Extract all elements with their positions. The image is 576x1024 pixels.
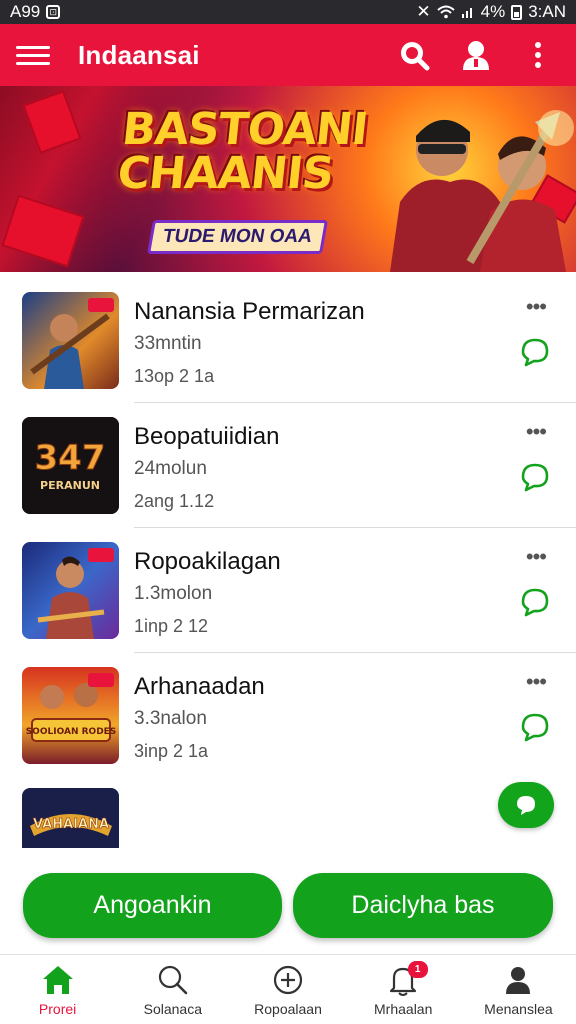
notification-badge: 1 <box>407 961 428 978</box>
more-horiz-icon[interactable]: ••• <box>526 671 547 693</box>
secondary-action-button[interactable]: Daiclyha bas <box>293 873 553 938</box>
banner-heroes-illustration <box>390 110 574 272</box>
nav-profile[interactable]: Menanslea <box>461 955 576 1024</box>
chat-bubble-icon[interactable] <box>518 584 552 618</box>
person-icon <box>506 967 531 994</box>
home-icon <box>42 966 73 994</box>
nav-add[interactable]: Ropoalaan <box>230 955 345 1024</box>
notification-box-icon: ⊡ <box>46 5 61 19</box>
banner-title-line2: CHAANIS <box>115 148 336 199</box>
search-icon <box>401 42 430 71</box>
search-button[interactable] <box>392 33 436 77</box>
search-icon <box>158 965 188 995</box>
game-thumbnail-partial[interactable]: VAHAIANA <box>22 788 119 848</box>
status-bar: A99 ⊡ ✕ 4% 3:AN <box>0 0 576 24</box>
game-title: Nanansia Permarizan <box>134 298 365 325</box>
status-left-text: A99 <box>10 2 41 21</box>
game-meta: 2ang 1.12 <box>134 491 215 511</box>
app-title: Indaansai <box>78 39 200 70</box>
more-horiz-icon[interactable]: ••• <box>526 421 547 443</box>
more-vert-icon <box>535 42 541 68</box>
battery-icon <box>511 4 523 20</box>
add-circle-icon <box>273 965 303 995</box>
account-button[interactable] <box>454 33 498 77</box>
nav-notifications[interactable]: 1 Mrhaalan <box>346 955 461 1024</box>
list-item[interactable]: Nanansia Permarizan 33mntin 13op 2 1a ••… <box>0 278 576 403</box>
promo-banner[interactable]: BASTOANI CHAANIS TUDE MON OAA <box>0 86 576 272</box>
game-meta: 3inp 2 1a <box>134 741 209 761</box>
nav-search[interactable]: Solanaca <box>115 955 230 1024</box>
game-players: 3.3nalon <box>134 708 207 729</box>
nav-notifications-label: Mrhaalan <box>374 1001 433 1017</box>
thumbnail-number: 347 <box>35 438 106 478</box>
game-title: Arhanaadan <box>134 673 265 700</box>
list-item[interactable]: 347 PERANUN Beopatuiidian 24molun 2ang 1… <box>0 403 576 528</box>
banner-flag-decoration <box>22 90 82 154</box>
game-players: 33mntin <box>134 333 202 354</box>
game-thumbnail <box>22 542 119 639</box>
game-thumbnail: SOOLIOAN RODES <box>22 667 119 764</box>
more-horiz-icon[interactable]: ••• <box>526 296 547 318</box>
nav-profile-label: Menanslea <box>484 1001 553 1017</box>
game-players: 1.3molon <box>134 583 213 604</box>
banner-flag-decoration <box>1 194 85 268</box>
no-sound-icon: ✕ <box>416 2 431 21</box>
app-bar: Indaansai <box>0 24 576 86</box>
chat-bubble-icon[interactable] <box>518 459 552 493</box>
floating-chat-button[interactable] <box>498 782 554 828</box>
primary-action-button[interactable]: Angoankin <box>23 873 282 938</box>
game-title: Ropoakilagan <box>134 548 281 575</box>
battery-percent: 4% <box>480 2 506 21</box>
wifi-icon <box>436 5 455 19</box>
thumbnail-text: PERANUN <box>40 479 100 492</box>
list-item[interactable]: Ropoakilagan 1.3molon 1inp 2 12 ••• <box>0 528 576 653</box>
status-time: 3:AN <box>528 2 566 21</box>
nav-home-label: Prorei <box>38 1001 77 1017</box>
game-thumbnail: 347 PERANUN <box>22 417 119 514</box>
menu-icon[interactable] <box>16 38 50 72</box>
game-meta: 1inp 2 12 <box>134 616 209 636</box>
game-meta: 13op 2 1a <box>134 366 215 386</box>
signal-icon <box>461 8 472 18</box>
nav-search-label: Solanaca <box>143 1001 202 1017</box>
thumbnail-text: SOOLIOAN RODES <box>26 727 117 737</box>
bottom-navigation: Prorei Solanaca Ropoalaan 1 Mrhaalan Men… <box>0 954 576 1024</box>
game-thumbnail <box>22 292 119 389</box>
chat-bubble-icon[interactable] <box>518 334 552 368</box>
more-options-button[interactable] <box>516 33 560 77</box>
banner-tagline: TUDE MON OAA <box>147 220 328 254</box>
chat-bubble-icon <box>517 796 535 815</box>
thumbnail-text: VAHAIANA <box>33 817 109 832</box>
game-list: Nanansia Permarizan 33mntin 13op 2 1a ••… <box>0 278 576 848</box>
account-icon <box>463 41 489 70</box>
game-players: 24molun <box>134 458 207 479</box>
more-horiz-icon[interactable]: ••• <box>526 546 547 568</box>
nav-home[interactable]: Prorei <box>0 955 115 1024</box>
game-title: Beopatuiidian <box>134 423 280 450</box>
chat-bubble-icon[interactable] <box>518 709 552 743</box>
list-item[interactable]: SOOLIOAN RODES Arhanaadan 3.3nalon 3inp … <box>0 653 576 778</box>
nav-add-label: Ropoalaan <box>254 1001 322 1017</box>
